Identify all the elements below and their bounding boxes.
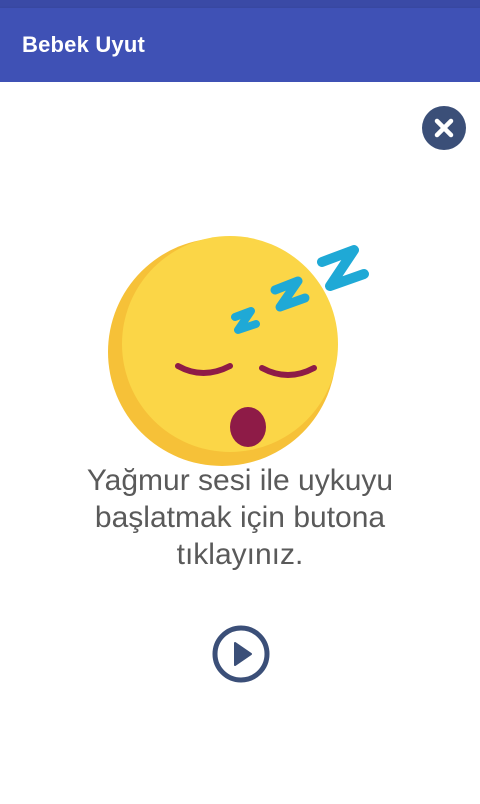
- play-icon: [212, 625, 270, 683]
- instruction-text: Yağmur sesi ile uykuyu başlatmak için bu…: [40, 462, 440, 573]
- play-button[interactable]: [211, 624, 271, 684]
- sleeping-face-icon: [108, 236, 369, 466]
- sleeping-face-illustration: [100, 162, 390, 482]
- app-bar: Bebek Uyut: [0, 8, 480, 82]
- instruction-line-2: başlatmak için butona: [94, 501, 386, 534]
- app-title: Bebek Uyut: [22, 32, 146, 57]
- close-button[interactable]: [422, 106, 466, 150]
- status-bar: [0, 0, 480, 8]
- main-content: Yağmur sesi ile uykuyu başlatmak için bu…: [0, 82, 480, 804]
- close-icon: [434, 118, 454, 138]
- instruction-line-3: tıklayınız.: [176, 538, 304, 571]
- instruction-line-1: Yağmur sesi ile uykuyu: [86, 464, 394, 497]
